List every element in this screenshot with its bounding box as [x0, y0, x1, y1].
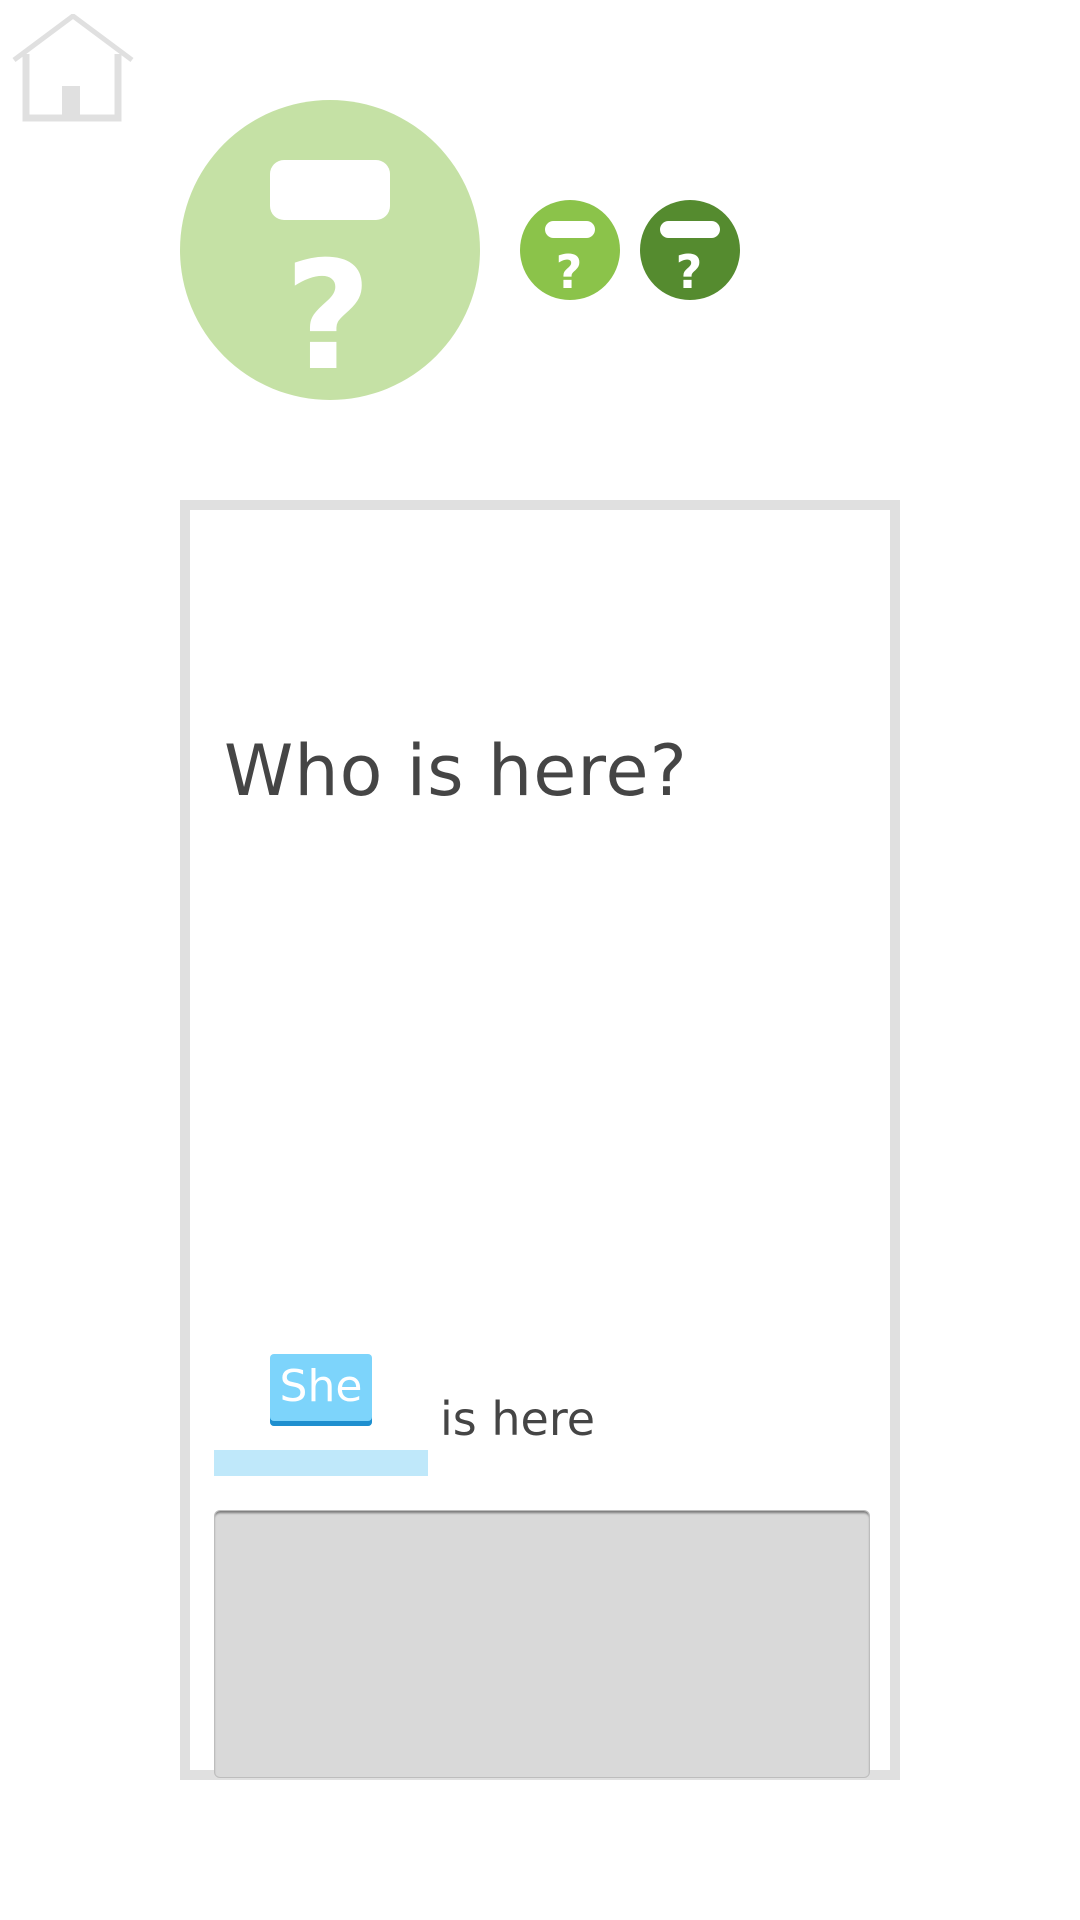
answer-slot[interactable]: [214, 1450, 428, 1476]
svg-text:?: ?: [676, 245, 703, 299]
current-question-badge: ?: [180, 100, 480, 404]
exercise-card: Who is here? She is here: [180, 500, 900, 1780]
svg-text:?: ?: [284, 230, 371, 400]
svg-text:?: ?: [556, 245, 583, 299]
question-text: Who is here?: [224, 730, 688, 812]
word-tile[interactable]: She: [270, 1354, 372, 1426]
word-bank-tray[interactable]: [214, 1510, 870, 1778]
screen: ? ? ? Who is here? She is here: [0, 0, 1080, 1920]
answer-sentence: She is here: [214, 1354, 874, 1476]
progress-item-2[interactable]: ?: [640, 200, 740, 300]
sentence-text: is here: [440, 1392, 596, 1446]
progress-item-1[interactable]: ?: [520, 200, 620, 300]
question-icon: ?: [640, 200, 740, 300]
question-icon: ?: [180, 100, 480, 404]
question-icon: ?: [520, 200, 620, 300]
home-button[interactable]: [12, 12, 134, 122]
home-icon: [12, 12, 134, 122]
